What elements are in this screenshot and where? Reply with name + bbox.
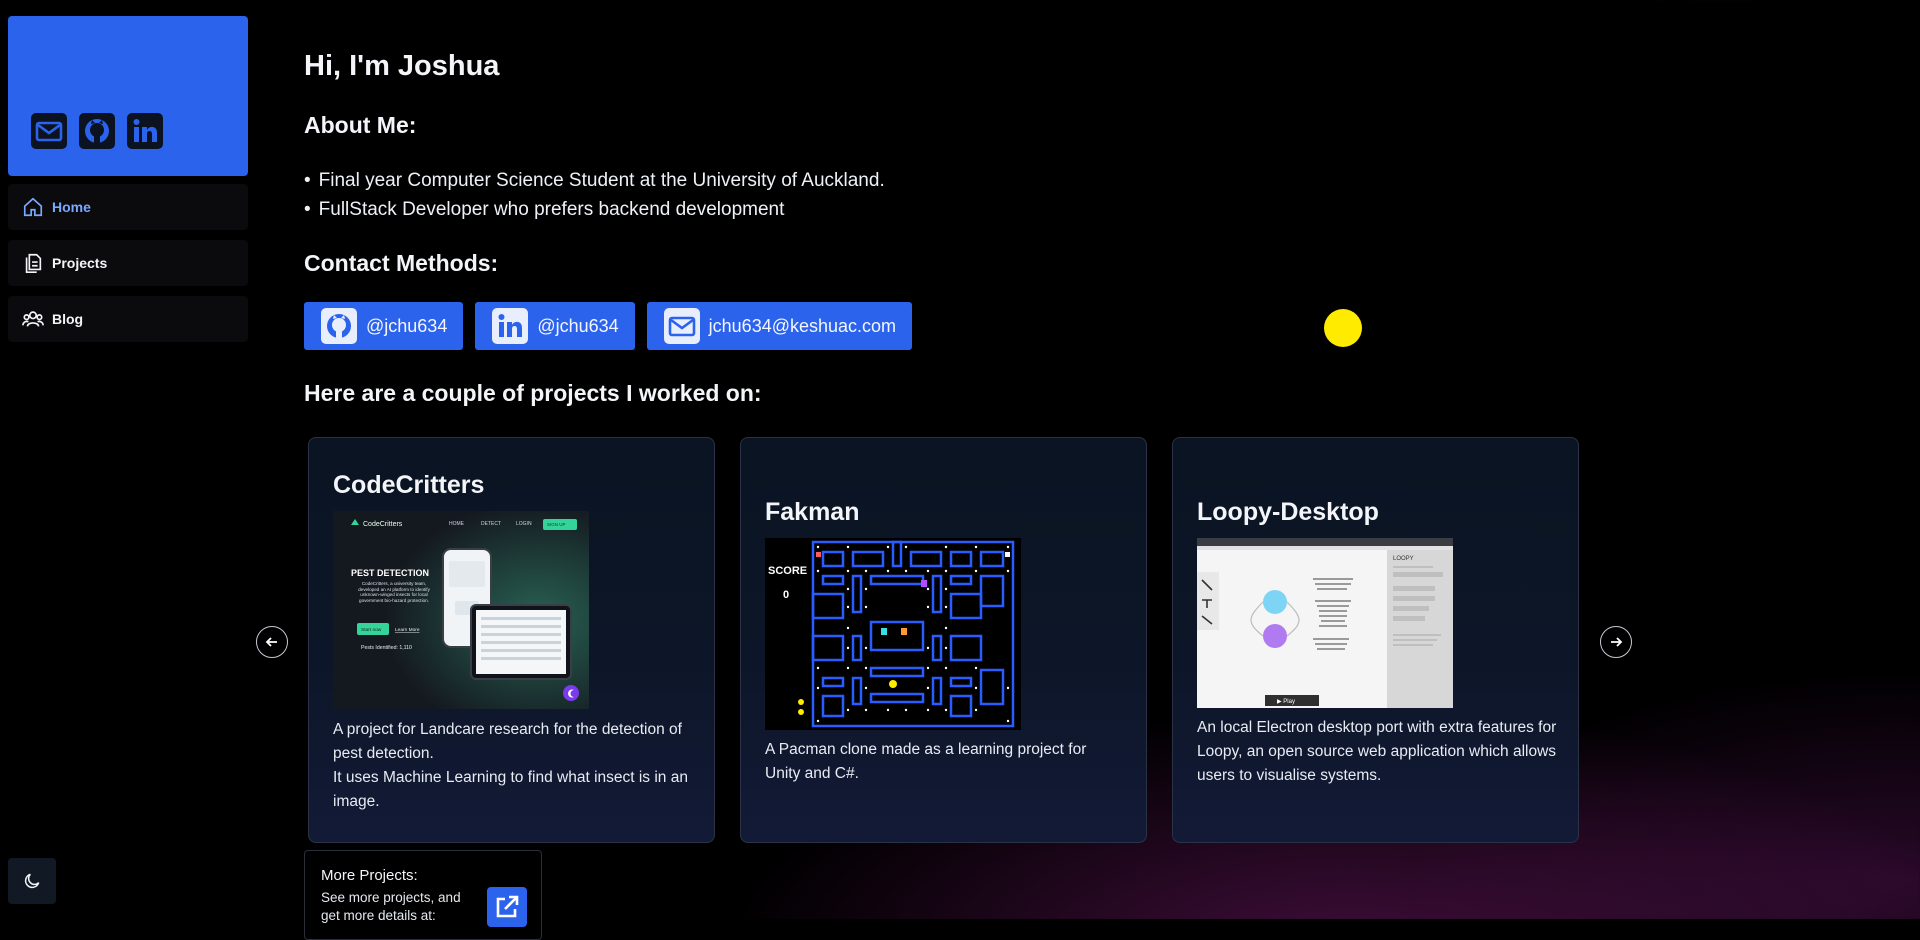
home-icon xyxy=(23,197,43,217)
moon-icon xyxy=(24,873,40,889)
about-item: FullStack Developer who prefers backend … xyxy=(304,195,885,224)
about-list: Final year Computer Science Student at t… xyxy=(304,166,885,224)
node-circle xyxy=(1263,624,1287,648)
profile-card xyxy=(8,16,248,176)
project-desc-line: An local Electron desktop port with extr… xyxy=(1197,719,1557,784)
node-circle xyxy=(1263,590,1287,614)
project-card-loopy-desktop[interactable]: Loopy-Desktop LOOPY ▶ Play An local Elec… xyxy=(1172,437,1579,843)
more-projects-card[interactable]: More Projects: See more projects, and ge… xyxy=(304,850,542,940)
social-links xyxy=(30,112,164,150)
pacman-icon xyxy=(889,680,897,688)
nav-item-projects[interactable]: Projects xyxy=(8,240,248,286)
github-contact-button[interactable]: @jchu634 xyxy=(304,302,464,350)
project-card-fakman[interactable]: Fakman SCORE 0 A Pacman clone made as a … xyxy=(740,437,1147,843)
project-desc-line: A Pacman clone made as a learning projec… xyxy=(765,741,1087,782)
shot-nav: DETECT xyxy=(481,521,501,527)
nav-item-blog[interactable]: Blog xyxy=(8,296,248,342)
shot-headline: PEST DETECTION xyxy=(351,568,429,578)
ghost-icon xyxy=(881,628,887,635)
ghost-icon xyxy=(921,580,927,587)
github-icon xyxy=(321,308,357,344)
mail-icon[interactable] xyxy=(30,112,68,150)
more-projects-link-button[interactable] xyxy=(487,887,527,927)
more-projects-description: See more projects, and get more details … xyxy=(321,890,461,923)
project-description: A project for Landcare research for the … xyxy=(333,718,693,814)
score-value: 0 xyxy=(783,589,789,601)
linkedin-icon[interactable] xyxy=(126,112,164,150)
project-desc-line: It uses Machine Learning to find what in… xyxy=(333,769,688,810)
users-icon xyxy=(22,311,44,327)
project-title: Fakman xyxy=(765,498,860,526)
life-icon xyxy=(798,709,804,715)
life-icon xyxy=(798,699,804,705)
carousel-prev-button[interactable] xyxy=(256,626,288,658)
contact-label: @jchu634 xyxy=(366,315,448,336)
project-description: A Pacman clone made as a learning projec… xyxy=(765,738,1125,786)
shot-brand: CodeCritters xyxy=(363,521,403,528)
shot-learn-button: Learn More xyxy=(395,627,420,633)
more-projects-title: More Projects: xyxy=(321,867,418,884)
arrow-left-icon xyxy=(265,637,277,647)
about-heading: About Me: xyxy=(304,112,417,138)
nav-item-home[interactable]: Home xyxy=(8,184,248,230)
projects-heading: Here are a couple of projects I worked o… xyxy=(304,380,762,406)
github-icon[interactable] xyxy=(78,112,116,150)
linkedin-contact-button[interactable]: @jchu634 xyxy=(475,302,635,350)
shot-blurb: CodeCritters, a university team, develop… xyxy=(358,581,430,603)
project-screenshot: SCORE 0 xyxy=(765,538,1021,730)
project-screenshot: LOOPY ▶ Play xyxy=(1197,538,1453,708)
contact-methods: @jchu634 @jchu634 jchu634@keshuac.com xyxy=(304,302,913,350)
project-title: Loopy-Desktop xyxy=(1197,498,1379,526)
nav-label: Projects xyxy=(52,255,108,271)
project-desc-line: A project for Landcare research for the … xyxy=(333,721,682,762)
mouse-pointer-indicator xyxy=(1324,309,1362,347)
external-link-icon xyxy=(496,895,519,918)
shot-counter: Pests Identified: 1,110 xyxy=(361,645,412,651)
shot-nav: LOGIN xyxy=(516,521,532,527)
project-title: CodeCritters xyxy=(333,471,485,499)
linkedin-icon xyxy=(492,308,529,344)
project-card-codecritters[interactable]: CodeCritters CodeCritters HOME DETECT LO… xyxy=(308,437,715,843)
carousel-next-button[interactable] xyxy=(1600,626,1632,658)
score-label: SCORE xyxy=(768,565,807,577)
documents-icon xyxy=(25,253,42,273)
nav-label: Blog xyxy=(52,311,84,327)
shot-nav: HOME xyxy=(449,521,465,527)
shot-start-button: Start now xyxy=(361,627,382,633)
shot-nav: SIGN UP xyxy=(547,522,566,527)
project-description: An local Electron desktop port with extr… xyxy=(1197,716,1557,788)
ghost-icon xyxy=(901,628,907,635)
email-contact-button[interactable]: jchu634@keshuac.com xyxy=(646,302,913,350)
nav-label: Home xyxy=(52,199,91,215)
play-button: ▶ Play xyxy=(1277,699,1295,705)
page-title: Hi, I'm Joshua xyxy=(304,50,500,82)
project-screenshot: CodeCritters HOME DETECT LOGIN SIGN UP P… xyxy=(333,511,589,709)
theme-toggle-button[interactable] xyxy=(8,858,56,904)
about-item: Final year Computer Science Student at t… xyxy=(304,166,885,195)
contact-label: @jchu634 xyxy=(537,315,619,336)
panel-title: LOOPY xyxy=(1393,556,1414,562)
contact-label: jchu634@keshuac.com xyxy=(708,315,897,336)
contact-heading: Contact Methods: xyxy=(304,250,499,276)
mail-icon xyxy=(663,308,700,344)
arrow-right-icon xyxy=(1611,637,1623,647)
